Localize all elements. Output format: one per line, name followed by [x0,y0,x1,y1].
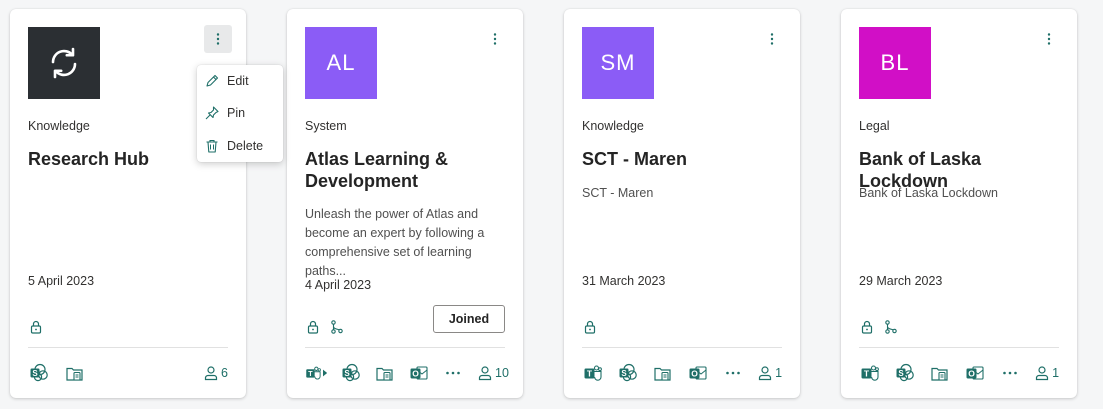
lock-icon [305,319,321,335]
lock-icon [28,319,44,335]
card-avatar: AL [305,27,377,99]
menu-item-pin-label: Pin [227,106,246,120]
card-avatar: SM [582,27,654,99]
branch-icon [329,319,345,335]
card-divider [859,347,1059,348]
card-date: 5 April 2023 [28,274,95,288]
menu-item-edit[interactable]: Edit [197,66,283,96]
card-avatar [28,27,100,99]
more-horizontal-icon[interactable] [722,363,743,383]
card-category: System [305,119,347,133]
card-avatar: BL [859,27,931,99]
avatar-initials: AL [326,50,356,75]
sync-icon [51,47,77,79]
avatar-initials: BL [880,50,910,75]
more-options-button[interactable] [1035,25,1063,53]
outlook-icon[interactable] [409,363,429,383]
members-count-value: 1 [775,366,783,380]
sharepoint-icon[interactable] [894,363,915,383]
more-options-button[interactable] [204,25,232,53]
person-icon [1034,365,1050,381]
files-icon[interactable] [929,363,950,383]
joined-button[interactable]: Joined [433,305,505,333]
person-icon [477,365,493,381]
person-icon [203,365,219,381]
card-description: Bank of Laska Lockdown [859,186,998,200]
menu-item-delete[interactable]: Delete [197,131,283,161]
more-horizontal-icon[interactable] [443,363,463,383]
members-count[interactable]: 10 [477,365,509,381]
menu-item-pin[interactable]: Pin [197,98,283,128]
trash-icon [204,138,220,154]
files-icon[interactable] [64,363,86,383]
caret-right-icon [322,369,327,377]
teams-icon[interactable] [582,363,603,383]
more-horizontal-icon[interactable] [999,363,1020,383]
card-divider [305,347,505,348]
card-date: 31 March 2023 [582,274,666,288]
members-count[interactable]: 6 [203,365,228,381]
lock-icon [859,319,875,335]
card-divider [582,347,782,348]
card-title[interactable]: SCT - Maren [582,148,787,170]
sharepoint-icon[interactable] [341,363,361,383]
more-vertical-icon [210,31,226,47]
card-research-hub[interactable]: Knowledge Research Hub 5 April 2023 6 Ed… [10,9,283,398]
more-options-button[interactable] [481,25,509,53]
teams-icon[interactable] [859,363,880,383]
card-divider [28,347,228,348]
teams-icon[interactable] [305,363,327,383]
pin-icon [204,105,220,121]
members-count-value: 10 [495,366,509,380]
members-count-value: 1 [1052,366,1060,380]
outlook-icon[interactable] [964,363,985,383]
person-icon [757,365,773,381]
more-vertical-icon [487,31,503,47]
card-atlas-learning[interactable]: AL System Atlas Learning & Development U… [287,9,523,398]
files-icon[interactable] [375,363,395,383]
context-menu: Edit Pin Delete [197,65,283,162]
outlook-icon[interactable] [687,363,708,383]
card-date: 29 March 2023 [859,274,943,288]
card-description: Unleash the power of Atlas and become an… [305,207,485,278]
card-sct-maren[interactable]: SM Knowledge SCT - Maren SCT - Maren 31 … [564,9,800,398]
members-count-value: 6 [221,366,228,380]
card-description: SCT - Maren [582,186,654,200]
members-count[interactable]: 1 [1034,365,1059,381]
card-category: Knowledge [582,119,644,133]
lock-icon [582,319,598,335]
sharepoint-icon[interactable] [28,363,50,383]
card-category: Legal [859,119,890,133]
members-count[interactable]: 1 [757,365,782,381]
card-category: Knowledge [28,119,90,133]
more-vertical-icon [1041,31,1057,47]
more-options-button[interactable] [758,25,786,53]
more-vertical-icon [764,31,780,47]
sharepoint-icon[interactable] [617,363,638,383]
files-icon[interactable] [652,363,673,383]
card-date: 4 April 2023 [305,278,372,292]
card-title[interactable]: Atlas Learning & Development [305,148,510,192]
edit-icon [204,73,220,89]
avatar-initials: SM [600,50,636,75]
card-bank-of-laska[interactable]: BL Legal Bank of Laska Lockdown Bank of … [841,9,1077,398]
menu-item-delete-label: Delete [227,139,264,153]
branch-icon [883,319,899,335]
menu-item-edit-label: Edit [227,74,249,88]
